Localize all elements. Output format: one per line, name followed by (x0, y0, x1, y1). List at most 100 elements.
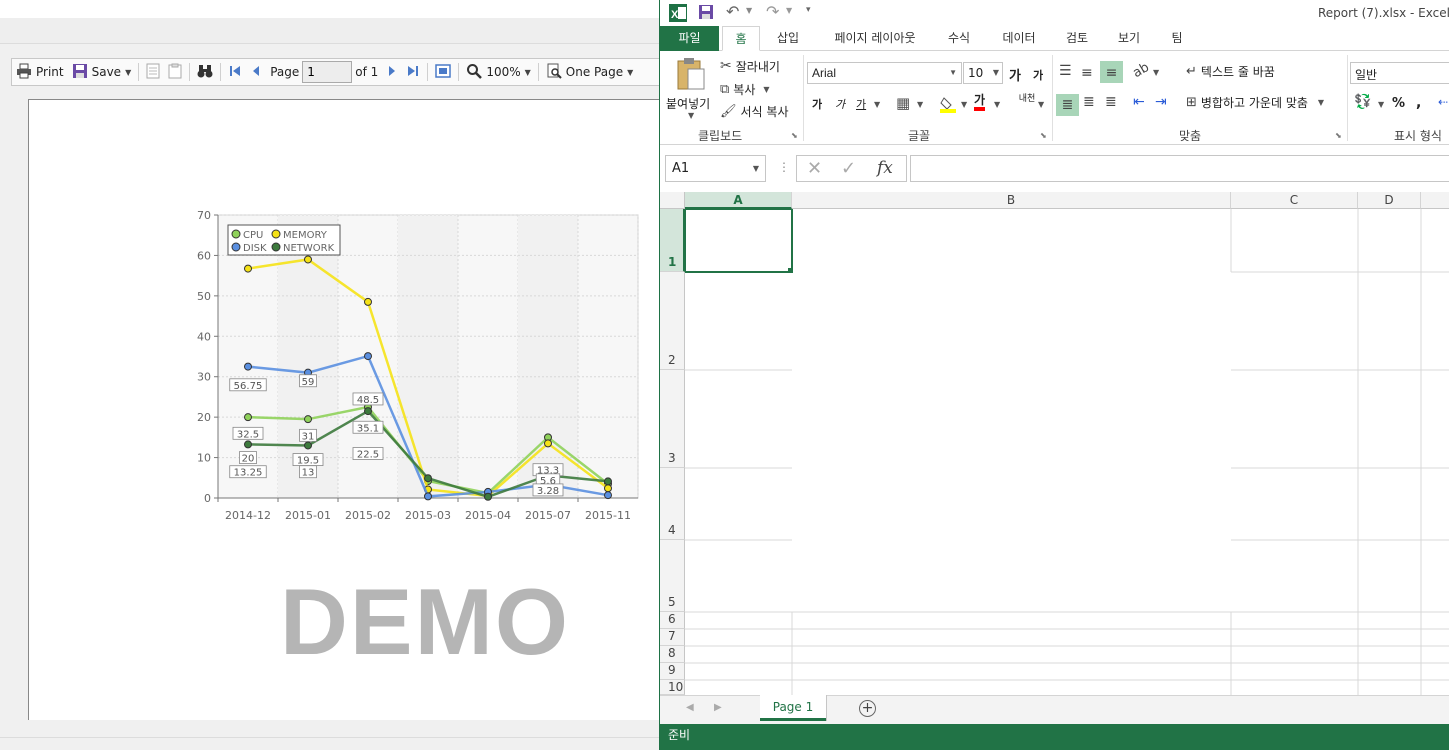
printer-icon (16, 63, 32, 82)
save-button[interactable]: Save ▼ (68, 60, 136, 84)
row-header-5[interactable]: 5 (660, 540, 685, 612)
quick-save-icon[interactable] (698, 4, 714, 23)
fill-color-icon[interactable] (940, 95, 958, 116)
row-header-4[interactable]: 4 (660, 468, 685, 540)
select-all-corner[interactable] (660, 192, 685, 209)
bold-button[interactable]: 가 (812, 96, 822, 112)
align-right-icon[interactable]: ≣ (1105, 94, 1117, 110)
tab-view[interactable]: 보기 (1110, 26, 1148, 51)
chevron-down-icon[interactable]: ▼ (874, 100, 880, 109)
tab-file[interactable]: 파일 (660, 26, 719, 51)
paste-button[interactable]: 붙여넣기 ▼ (666, 55, 718, 125)
toolbar-divider (138, 63, 140, 81)
align-top-icon[interactable]: ☰ (1059, 63, 1072, 79)
chevron-down-icon[interactable]: ▼ (917, 100, 923, 109)
page-number-input[interactable] (302, 61, 353, 83)
chevron-down-icon[interactable]: ▼ (1153, 68, 1159, 77)
chevron-down-icon[interactable]: ▼ (994, 100, 1000, 109)
row-header-2[interactable]: 2 (660, 272, 685, 370)
grow-font-button[interactable]: 가 (1009, 65, 1021, 84)
insert-function-icon[interactable]: fx (877, 158, 893, 178)
zoom-dropdown[interactable]: 100% ▼ (462, 60, 534, 84)
row-header-9[interactable]: 9 (660, 663, 685, 680)
cut-button[interactable]: ✂ 잘라내기 (720, 56, 780, 76)
sheet-tab-page-1[interactable]: Page 1 (760, 695, 826, 721)
chevron-down-icon[interactable]: ▼ (746, 6, 752, 15)
italic-button[interactable]: 가 (835, 96, 845, 112)
fill-handle[interactable] (788, 268, 793, 273)
phonetic-guide-button[interactable]: 내천 (1017, 94, 1037, 104)
column-header-d[interactable]: D (1358, 192, 1421, 209)
column-header-a[interactable]: A (685, 192, 792, 209)
merge-center-button[interactable]: ⊞ 병합하고 가운데 맞춤 ▼ (1186, 94, 1324, 111)
chevron-down-icon[interactable]: ▼ (961, 100, 967, 109)
align-left-icon[interactable]: ≣ (1056, 94, 1079, 116)
row-header-6[interactable]: 6 (660, 612, 685, 629)
row-header-1[interactable]: 1 (660, 209, 685, 272)
number-format-select[interactable]: 일반 (1350, 62, 1449, 84)
row-header-10[interactable]: 10 (660, 680, 685, 695)
align-bottom-icon[interactable]: ≡ (1100, 61, 1123, 83)
next-page-button[interactable] (382, 60, 402, 84)
tab-review[interactable]: 검토 (1058, 26, 1096, 51)
name-box[interactable]: A1 ▼ (665, 155, 766, 182)
formula-input[interactable] (910, 155, 1449, 182)
align-center-icon[interactable]: ≣ (1083, 94, 1095, 110)
parameters-button[interactable] (142, 60, 164, 84)
tab-page-layout[interactable]: 페이지 레이아웃 (820, 26, 930, 51)
fit-page-button[interactable] (431, 60, 455, 84)
find-button[interactable] (193, 60, 217, 84)
dialog-launcher-icon[interactable]: ⬊ (1335, 131, 1342, 140)
tab-formulas[interactable]: 수식 (940, 26, 978, 51)
column-header-e[interactable] (1421, 192, 1449, 209)
chevron-down-icon[interactable]: ▼ (1378, 100, 1384, 109)
chevron-down-icon[interactable]: ▼ (786, 6, 792, 15)
column-header-b[interactable]: B (792, 192, 1231, 209)
scroll-left-icon[interactable]: ◀ (686, 702, 694, 713)
redo-icon[interactable]: ↷ (766, 2, 779, 21)
tab-home[interactable]: 홈 (722, 26, 760, 51)
enter-icon[interactable]: ✓ (841, 158, 856, 179)
selected-cell-a1[interactable] (685, 209, 793, 273)
row-header-8[interactable]: 8 (660, 646, 685, 663)
chevron-down-icon[interactable]: ▼ (1038, 100, 1044, 109)
wrap-text-button[interactable]: ↵ 텍스트 줄 바꿈 (1186, 63, 1275, 80)
increase-decimal-icon[interactable]: ⇠ (1438, 95, 1448, 109)
print-button[interactable]: Print (12, 60, 68, 84)
underline-button[interactable]: 가 (856, 96, 866, 112)
copy-button[interactable]: ⧉ 복사 ▼ (720, 79, 770, 99)
cancel-icon[interactable]: ✕ (807, 158, 822, 179)
font-color-button[interactable]: 가 (974, 93, 986, 111)
comma-style-button[interactable]: , (1416, 95, 1421, 111)
align-middle-icon[interactable]: ≡ (1081, 65, 1093, 81)
view-mode-dropdown[interactable]: One Page ▼ (542, 60, 637, 84)
data-point-network (304, 441, 312, 450)
font-size-select[interactable]: 10 ▼ (963, 62, 1003, 84)
format-painter-button[interactable]: 🖌 서식 복사 (720, 101, 789, 121)
dialog-launcher-icon[interactable]: ⬊ (791, 131, 798, 140)
percent-style-button[interactable]: % (1392, 96, 1405, 111)
undo-icon[interactable]: ↶ (726, 2, 739, 21)
column-header-c[interactable]: C (1231, 192, 1358, 209)
last-page-button[interactable] (402, 60, 424, 84)
increase-indent-icon[interactable]: ⇥ (1155, 94, 1167, 110)
customize-qat-icon[interactable]: ▾ (806, 5, 811, 15)
tab-team[interactable]: 팀 (1162, 26, 1192, 51)
font-name-select[interactable]: Arial ▼ (807, 62, 962, 84)
accounting-format-icon[interactable]: 💱 (1354, 94, 1371, 110)
clipboard-button[interactable] (164, 60, 186, 84)
add-sheet-icon[interactable]: + (859, 700, 876, 717)
scroll-right-icon[interactable]: ▶ (714, 702, 722, 713)
first-page-button[interactable] (224, 60, 246, 84)
orientation-icon[interactable]: ab (1130, 60, 1152, 81)
data-point-memory (604, 484, 612, 493)
row-header-3[interactable]: 3 (660, 370, 685, 468)
tab-insert[interactable]: 삽입 (768, 26, 808, 51)
prev-page-button[interactable] (246, 60, 266, 84)
shrink-font-button[interactable]: 가 (1033, 67, 1043, 83)
dialog-launcher-icon[interactable]: ⬊ (1040, 131, 1047, 140)
border-icon[interactable]: ▦ (896, 94, 910, 112)
decrease-indent-icon[interactable]: ⇤ (1133, 94, 1145, 110)
tab-data[interactable]: 데이터 (994, 26, 1044, 51)
row-header-7[interactable]: 7 (660, 629, 685, 646)
